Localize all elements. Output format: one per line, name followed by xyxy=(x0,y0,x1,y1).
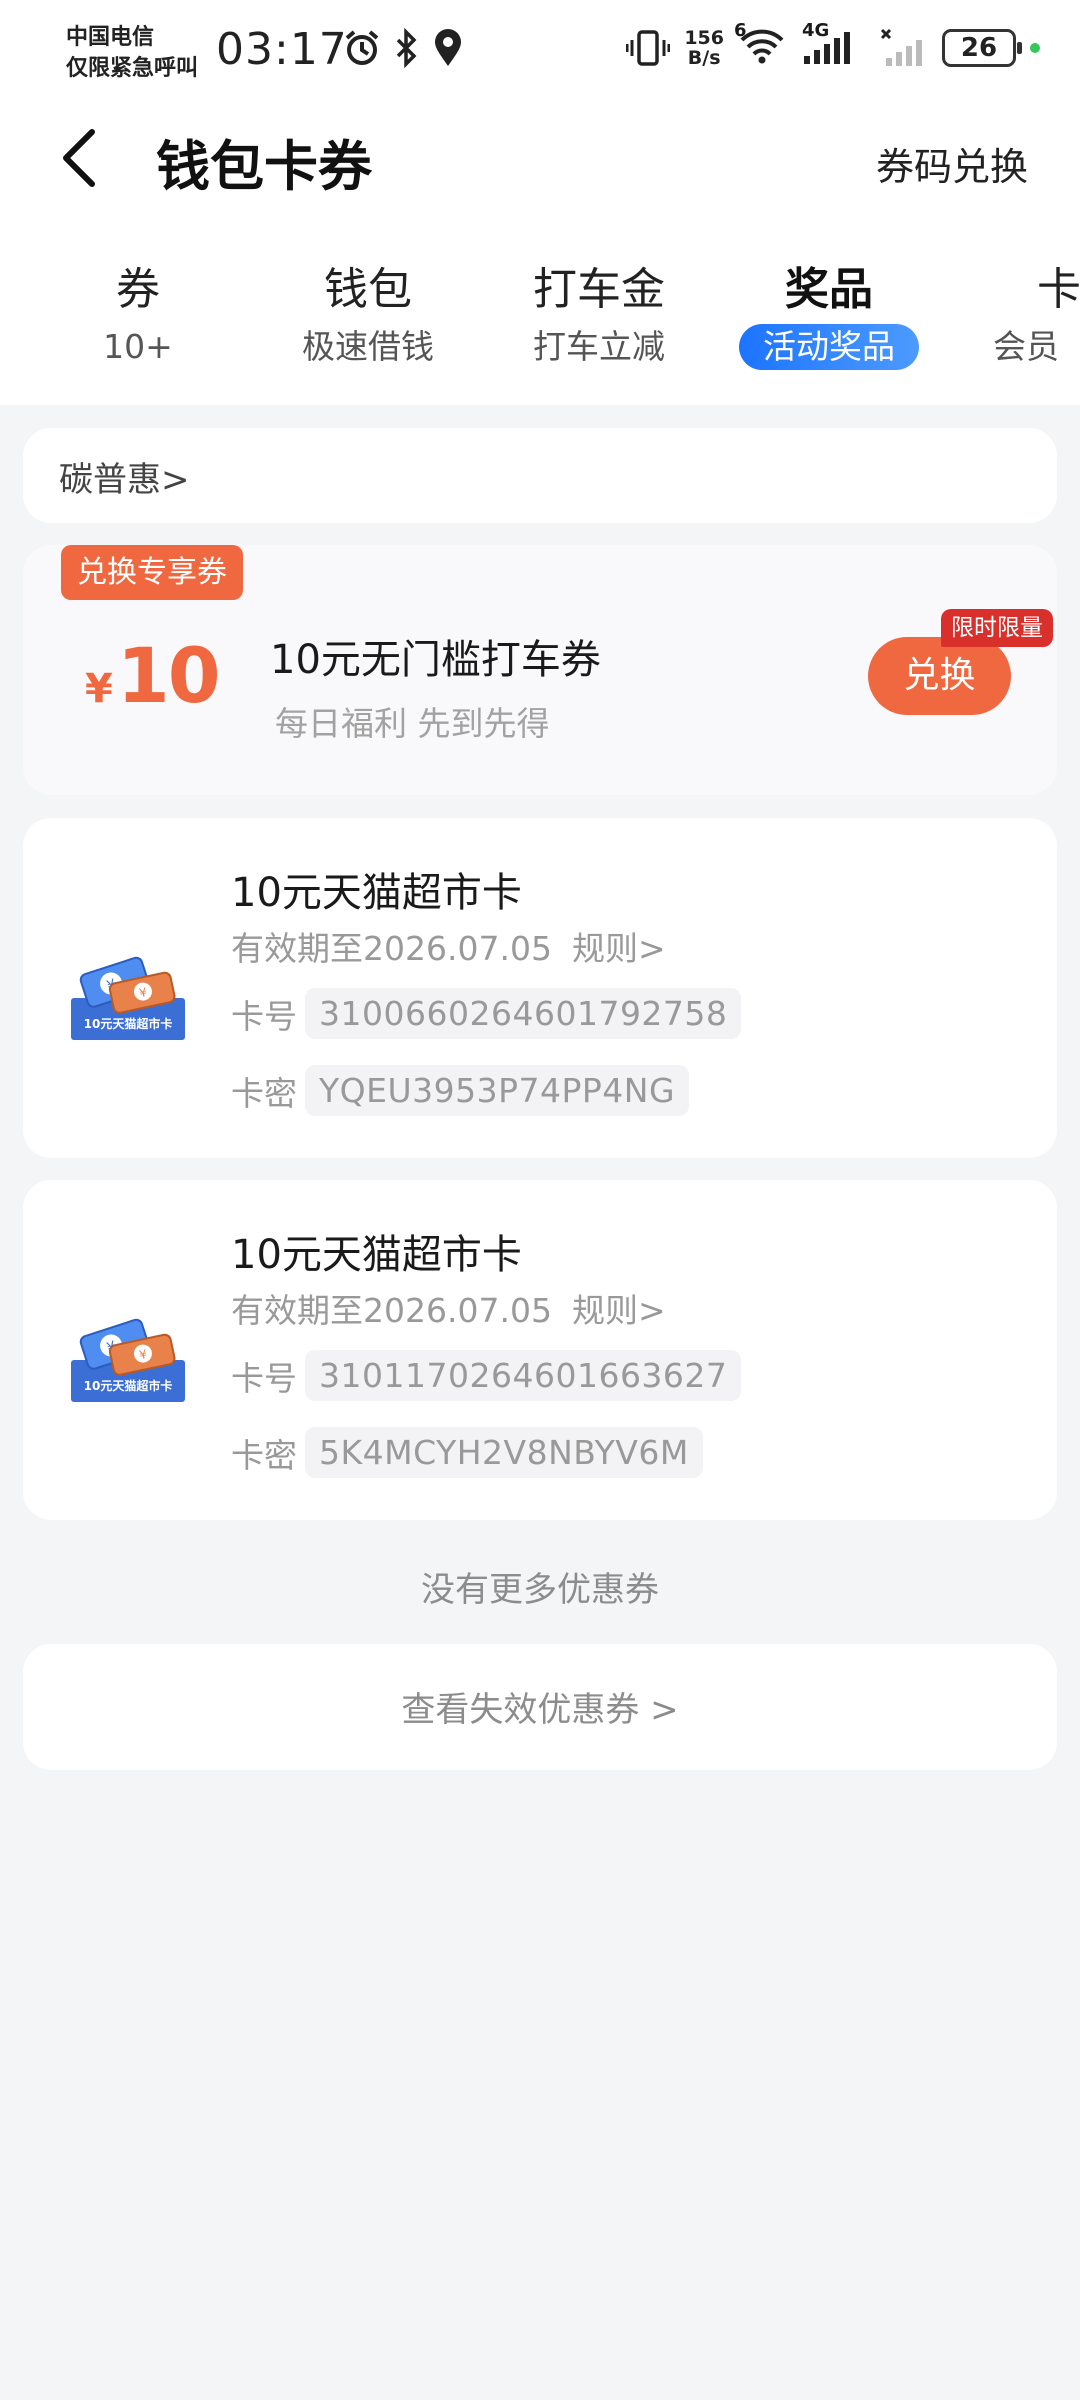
vibrate-icon xyxy=(626,30,671,66)
tab-label: 奖品 xyxy=(785,264,873,315)
exchange-button[interactable]: 兑换 xyxy=(868,637,1011,715)
cellular-indicator: 4G xyxy=(800,20,866,70)
header: 钱包卡券 券码兑换 券 10+ 钱包 极速借钱 打车金 打车立减 奖品 活动奖品… xyxy=(0,100,1080,405)
tab-membership[interactable]: 卡 会员 xyxy=(955,260,1080,370)
expired-coupons-card[interactable]: 查看失效优惠券 > xyxy=(23,1644,1057,1770)
rules-link[interactable]: 规则> xyxy=(572,929,666,968)
offer-badge: 兑换专享券 xyxy=(61,545,243,600)
card-icon-label: 10元天猫超市卡 xyxy=(84,1378,173,1393)
supermarket-card-icon: ¥ ¥ 10元天猫超市卡 xyxy=(71,956,185,1040)
card-number-label: 卡号 xyxy=(231,1358,297,1398)
tab-coupons[interactable]: 券 10+ xyxy=(33,260,243,370)
card-number-value[interactable]: 3101170264601663627 xyxy=(305,1350,742,1401)
battery-icon: 26 xyxy=(942,29,1022,67)
status-icons-right: 156 B/s 6 4G 26 xyxy=(626,20,1040,70)
offer-subtitle: 每日福利 先到先得 xyxy=(275,704,550,743)
coupon-validity: 有效期至2026.07.05 规则> xyxy=(231,922,666,970)
tab-label: 卡 xyxy=(1037,264,1080,315)
card-password-value[interactable]: 5K4MCYH2V8NBYV6M xyxy=(305,1427,703,1478)
expired-coupons-link[interactable]: 查看失效优惠券 > xyxy=(23,1682,1057,1731)
tab-label: 打车金 xyxy=(533,264,665,315)
tab-label: 钱包 xyxy=(324,264,412,315)
wifi-indicator: 6 xyxy=(734,20,786,70)
limit-tag: 限时限量 xyxy=(941,609,1053,647)
no-signal-icon xyxy=(880,28,922,66)
card-number-row: 卡号 3101170264601663627 xyxy=(231,1350,742,1401)
rules-link[interactable]: 规则> xyxy=(572,1291,666,1330)
category-tabs: 券 10+ 钱包 极速借钱 打车金 打车立减 奖品 活动奖品 卡 会员 xyxy=(0,260,1080,385)
net-speed-value: 156 xyxy=(684,27,724,49)
coupon-title: 10元天猫超市卡 xyxy=(231,870,522,916)
card-password-label: 卡密 xyxy=(231,1435,297,1475)
location-icon xyxy=(435,29,461,66)
supermarket-card-icon: ¥ ¥ 10元天猫超市卡 xyxy=(71,1318,185,1402)
card-password-value[interactable]: YQEU3953P74PP4NG xyxy=(305,1065,690,1116)
tab-wallet[interactable]: 钱包 极速借钱 xyxy=(263,260,473,370)
brand-card[interactable]: 碳普惠> xyxy=(23,428,1057,523)
status-icons-left xyxy=(342,28,464,68)
privacy-dot-icon xyxy=(1030,43,1040,53)
no-more-text: 没有更多优惠券 xyxy=(421,1570,659,1610)
carrier-info: 中国电信 仅限紧急呼叫 xyxy=(66,22,198,84)
tab-sub: 极速借钱 xyxy=(302,327,434,366)
net-speed: 156 B/s xyxy=(684,28,724,68)
offer-amount: ¥ 10 xyxy=(85,631,221,720)
coupon-title: 10元天猫超市卡 xyxy=(231,1232,522,1278)
net-speed-unit: B/s xyxy=(687,47,721,69)
coupon-card: ¥ ¥ 10元天猫超市卡 10元天猫超市卡 有效期至2026.07.05规则> … xyxy=(23,1180,1057,1520)
card-icon-label: 10元天猫超市卡 xyxy=(84,1016,173,1031)
validity-text: 有效期至2026.07.05 xyxy=(231,1291,552,1330)
amount-value: 10 xyxy=(116,631,221,720)
card-password-row: 卡密 5K4MCYH2V8NBYV6M xyxy=(231,1427,703,1478)
back-button[interactable] xyxy=(52,122,112,194)
card-number-value[interactable]: 3100660264601792758 xyxy=(305,988,742,1039)
redeem-code-button[interactable]: 券码兑换 xyxy=(876,136,1028,191)
wifi-badge: 6 xyxy=(734,20,747,41)
tab-sub: 10+ xyxy=(103,327,173,366)
alarm-icon xyxy=(345,30,379,65)
page-title: 钱包卡券 xyxy=(156,135,372,198)
tab-prizes[interactable]: 奖品 活动奖品 xyxy=(724,260,934,370)
status-bar: 中国电信 仅限紧急呼叫 03:17 156 B/s 6 4G 26 xyxy=(0,0,1080,100)
carrier-name: 中国电信 xyxy=(66,25,155,50)
status-time: 03:17 xyxy=(216,24,348,75)
card-password-row: 卡密 YQEU3953P74PP4NG xyxy=(231,1065,690,1116)
bluetooth-icon xyxy=(396,28,417,68)
card-password-label: 卡密 xyxy=(231,1073,297,1113)
back-arrow-icon xyxy=(63,129,95,187)
validity-text: 有效期至2026.07.05 xyxy=(231,929,552,968)
tab-label: 券 xyxy=(116,264,160,315)
brand-link[interactable]: 碳普惠> xyxy=(59,452,190,501)
coupon-validity: 有效期至2026.07.05 规则> xyxy=(231,1284,666,1332)
coupon-card: ¥ ¥ 10元天猫超市卡 10元天猫超市卡 有效期至2026.07.05规则> … xyxy=(23,818,1057,1158)
card-number-label: 卡号 xyxy=(231,996,297,1036)
offer-title: 10元无门槛打车券 xyxy=(270,637,601,683)
tab-sub: 会员 xyxy=(993,327,1059,366)
tab-sub: 活动奖品 xyxy=(739,324,919,370)
card-number-row: 卡号 3100660264601792758 xyxy=(231,988,742,1039)
cellular-label: 4G xyxy=(802,20,830,41)
tab-taxi-credit[interactable]: 打车金 打车立减 xyxy=(494,260,704,370)
currency-symbol: ¥ xyxy=(85,666,113,712)
offer-card: 兑换专享券 ¥ 10 10元无门槛打车券 每日福利 先到先得 兑换 限时限量 xyxy=(23,545,1057,795)
carrier-status: 仅限紧急呼叫 xyxy=(66,56,199,81)
tab-sub: 打车立减 xyxy=(533,327,665,366)
